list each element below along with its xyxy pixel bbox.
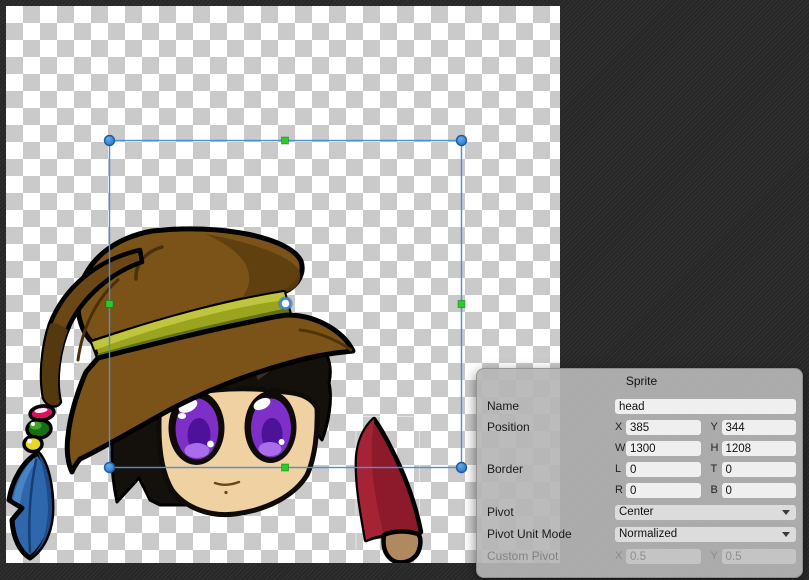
name-label: Name xyxy=(487,399,615,414)
handle-corner-top-left[interactable] xyxy=(105,136,115,146)
name-row: Name xyxy=(487,399,796,414)
dropdown-arrow-icon xyxy=(782,510,790,515)
height-input[interactable] xyxy=(722,441,797,456)
custom-pivot-x-prefix-label: X xyxy=(615,549,626,564)
r-prefix-label: R xyxy=(615,483,626,498)
bead-yellow xyxy=(24,437,42,452)
pivot-handle[interactable] xyxy=(281,299,291,309)
position-wh-row: W H xyxy=(487,441,796,456)
border-left-input[interactable] xyxy=(626,462,701,477)
feather xyxy=(9,453,52,558)
right-eye xyxy=(245,391,297,463)
pivot-row: Pivot Center xyxy=(487,505,796,520)
position-y-input[interactable] xyxy=(722,420,797,435)
border-lt-row: Border L T xyxy=(487,462,796,477)
t-prefix-label: T xyxy=(711,462,722,477)
handle-edge-bottom[interactable] xyxy=(282,464,289,471)
border-bottom-input[interactable] xyxy=(722,483,797,498)
pivot-unit-mode-label: Pivot Unit Mode xyxy=(487,527,615,542)
handle-edge-right[interactable] xyxy=(458,301,465,308)
sprite-inspector-panel: Sprite Name Position X Y xyxy=(476,368,803,578)
pivot-dropdown[interactable]: Center xyxy=(615,505,796,520)
width-input[interactable] xyxy=(626,441,701,456)
character-head-sprite xyxy=(9,229,353,558)
position-label: Position xyxy=(487,420,615,435)
handle-corner-bottom-right[interactable] xyxy=(457,463,467,473)
sprite-editor-window: Sprite Name Position X Y xyxy=(0,0,809,580)
pivot-unit-mode-dropdown-value: Normalized xyxy=(619,527,677,542)
handle-corner-top-right[interactable] xyxy=(457,136,467,146)
position-xy-row: Position X Y xyxy=(487,420,796,435)
pivot-dropdown-value: Center xyxy=(619,505,654,520)
border-rb-row: R B xyxy=(487,483,796,498)
border-right-input[interactable] xyxy=(626,483,701,498)
position-x-input[interactable] xyxy=(626,420,701,435)
handle-edge-left[interactable] xyxy=(106,301,113,308)
hand xyxy=(384,531,421,562)
handle-edge-top[interactable] xyxy=(282,137,289,144)
sleeve-sprite xyxy=(356,417,421,564)
x-prefix-label: X xyxy=(615,420,626,435)
chin-mark xyxy=(224,491,227,494)
name-input[interactable] xyxy=(615,399,796,414)
w-prefix-label: W xyxy=(615,441,626,456)
custom-pivot-label: Custom Pivot xyxy=(487,549,615,564)
border-top-input[interactable] xyxy=(722,462,797,477)
pivot-unit-mode-row: Pivot Unit Mode Normalized xyxy=(487,527,796,542)
custom-pivot-y-prefix-label: Y xyxy=(711,549,722,564)
l-prefix-label: L xyxy=(615,462,626,477)
custom-pivot-x-input xyxy=(626,549,701,564)
panel-title: Sprite xyxy=(487,374,796,388)
dropdown-arrow-icon xyxy=(782,532,790,537)
pivot-label: Pivot xyxy=(487,505,615,520)
y-prefix-label: Y xyxy=(711,420,722,435)
custom-pivot-row: Custom Pivot X Y xyxy=(487,549,796,564)
custom-pivot-y-input xyxy=(722,549,797,564)
b-prefix-label: B xyxy=(711,483,722,498)
pivot-unit-mode-dropdown[interactable]: Normalized xyxy=(615,527,796,542)
handle-corner-bottom-left[interactable] xyxy=(105,463,115,473)
border-label: Border xyxy=(487,462,615,477)
h-prefix-label: H xyxy=(711,441,722,456)
